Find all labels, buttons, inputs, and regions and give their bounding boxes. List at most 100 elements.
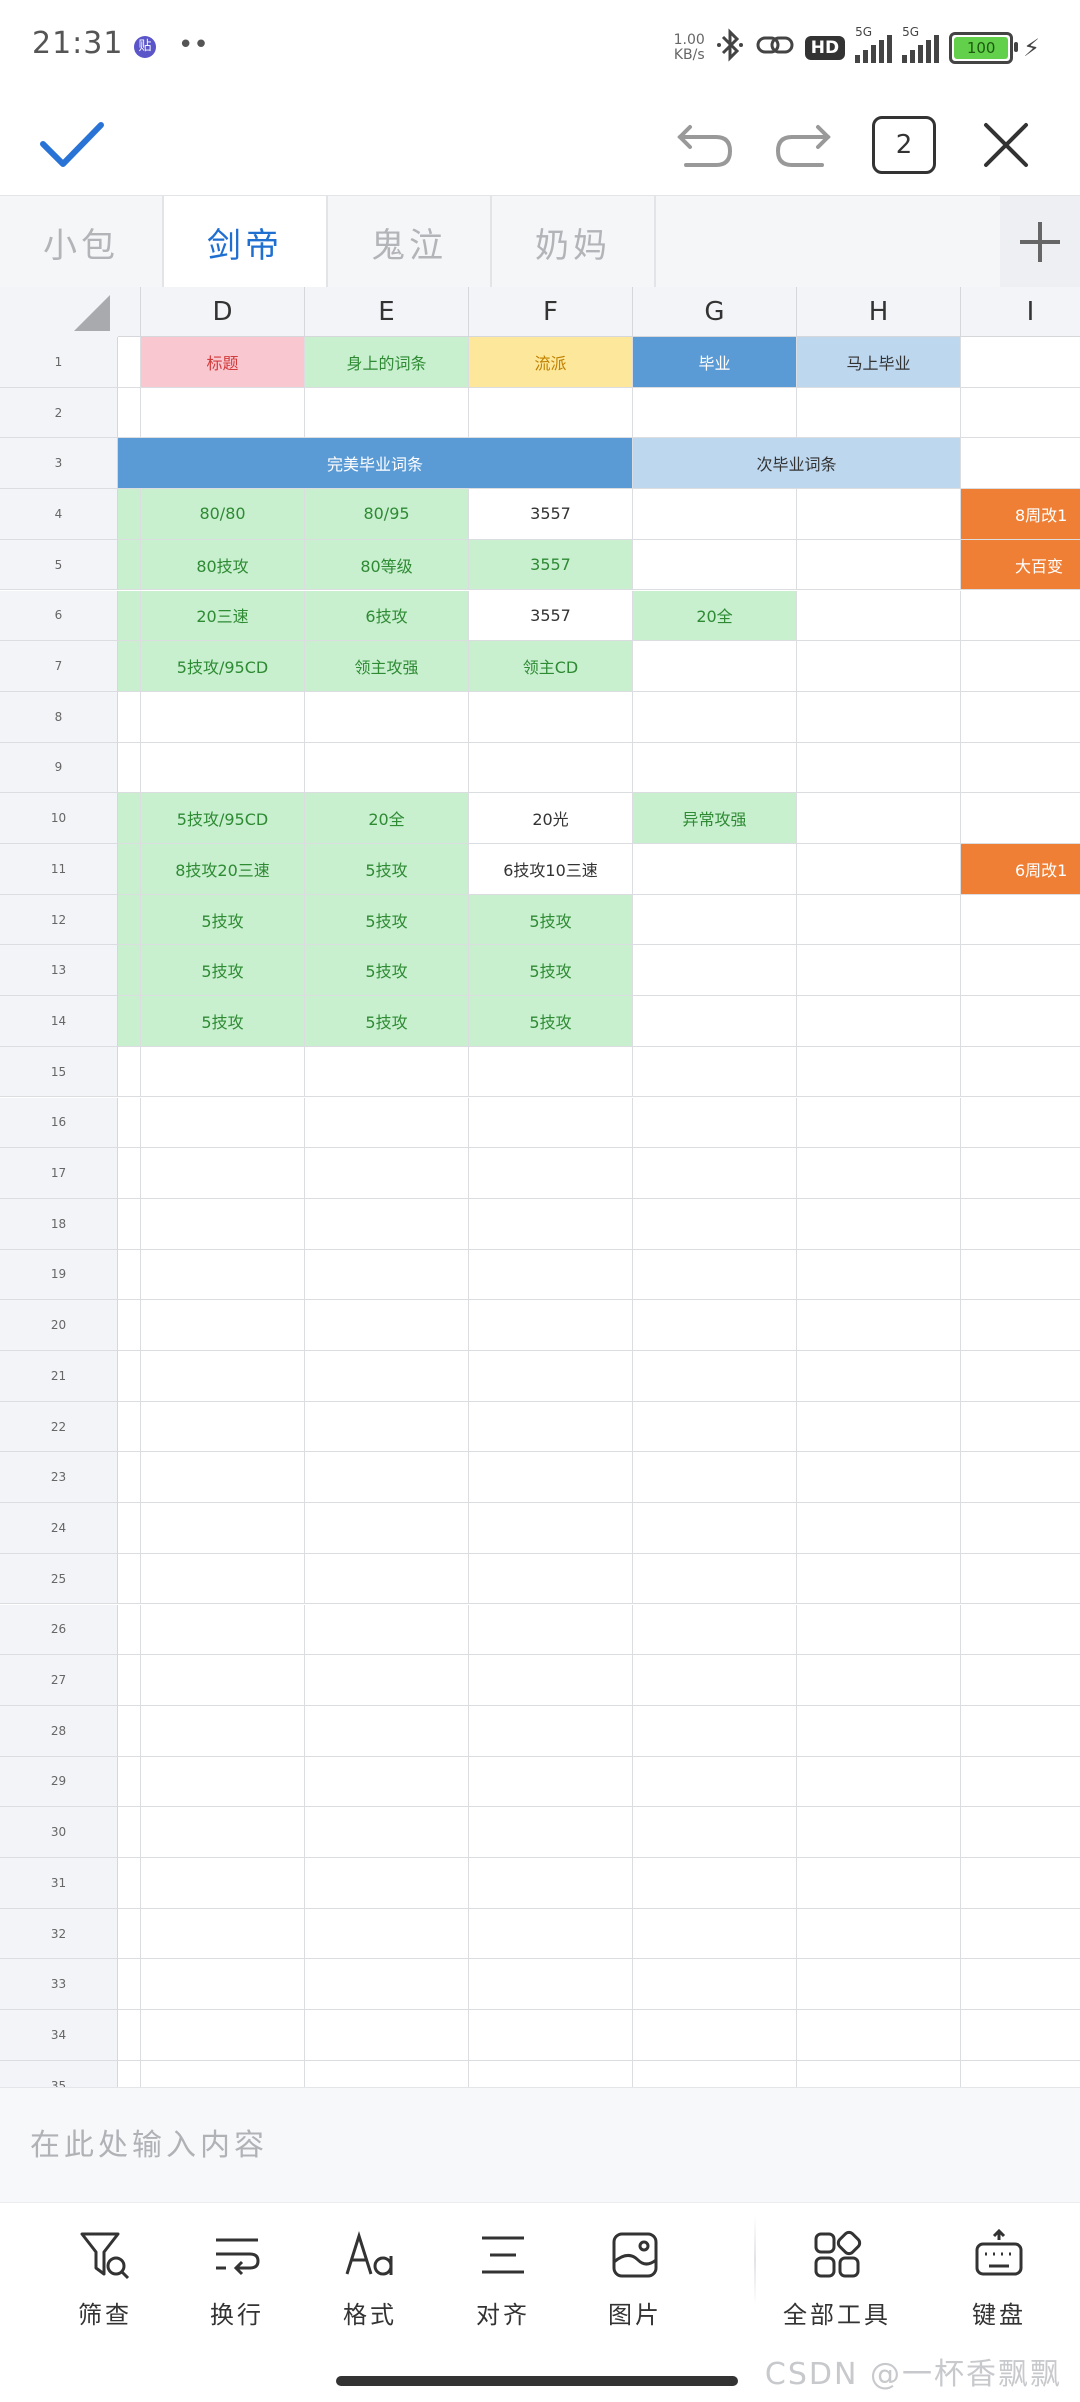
cell-e9[interactable] <box>305 742 469 794</box>
cell-f11[interactable]: 6技攻10三速 <box>469 844 633 895</box>
row-header-12[interactable]: 12 <box>0 894 118 946</box>
cell-g15[interactable] <box>633 1046 797 1098</box>
cell-g26[interactable] <box>633 1604 797 1656</box>
format-tool[interactable]: 格式 <box>315 2225 425 2345</box>
row-header-6[interactable]: 6 <box>0 590 118 642</box>
cell-c35[interactable] <box>118 2060 141 2087</box>
cell-c12[interactable] <box>118 894 141 946</box>
cell-e7[interactable]: 领主攻强 <box>305 641 469 692</box>
cell-c8[interactable] <box>118 691 141 743</box>
cell-g35[interactable] <box>633 2060 797 2087</box>
cell-d3-merged[interactable]: 完美毕业词条 <box>118 438 633 490</box>
cell-f4[interactable]: 3557 <box>469 489 633 540</box>
row-header-2[interactable]: 2 <box>0 387 118 439</box>
column-header-i[interactable]: I <box>961 287 1080 337</box>
cell-d34[interactable] <box>141 2010 305 2061</box>
cell-e23[interactable] <box>305 1452 469 1504</box>
cell-f27[interactable] <box>469 1655 633 1706</box>
tab-xiaobao[interactable]: 小包 <box>0 196 164 288</box>
cell-f23[interactable] <box>469 1452 633 1504</box>
cell-g13[interactable] <box>633 945 797 997</box>
image-tool[interactable]: 图片 <box>580 2225 690 2345</box>
cell-d7[interactable]: 5技攻/95CD <box>141 641 305 692</box>
cell-e2[interactable] <box>305 387 469 439</box>
row-header-30[interactable]: 30 <box>0 1807 118 1858</box>
row-header-33[interactable]: 33 <box>0 1959 118 2011</box>
cell-c26[interactable] <box>118 1604 141 1656</box>
cell-f31[interactable] <box>469 1858 633 1909</box>
cell-e14[interactable]: 5技攻 <box>305 996 469 1047</box>
cell-g17[interactable] <box>633 1148 797 1199</box>
cell-i15[interactable] <box>961 1046 1080 1098</box>
cell-h25[interactable] <box>797 1553 961 1605</box>
cell-h18[interactable] <box>797 1198 961 1250</box>
cell-h24[interactable] <box>797 1503 961 1554</box>
cell-i28[interactable] <box>961 1705 1080 1757</box>
cell-i17[interactable] <box>961 1148 1080 1199</box>
cell-i31[interactable] <box>961 1858 1080 1909</box>
row-header-8[interactable]: 8 <box>0 691 118 743</box>
cell-h12[interactable] <box>797 894 961 946</box>
cell-i20[interactable] <box>961 1300 1080 1351</box>
cell-f8[interactable] <box>469 691 633 743</box>
cell-e4[interactable]: 80/95 <box>305 489 469 540</box>
cell-g19[interactable] <box>633 1249 797 1301</box>
cell-e28[interactable] <box>305 1705 469 1757</box>
tab-jiandi[interactable]: 剑帝 <box>164 196 328 288</box>
row-header-7[interactable]: 7 <box>0 641 118 692</box>
cell-c29[interactable] <box>118 1756 141 1808</box>
cell-f16[interactable] <box>469 1097 633 1149</box>
cell-e6[interactable]: 6技攻 <box>305 590 469 642</box>
cell-c10[interactable] <box>118 793 141 844</box>
cell-c1[interactable] <box>118 337 141 388</box>
cell-c2[interactable] <box>118 387 141 439</box>
cell-g25[interactable] <box>633 1553 797 1605</box>
cell-e22[interactable] <box>305 1401 469 1453</box>
column-header-g[interactable]: G <box>633 287 797 337</box>
cell-c34[interactable] <box>118 2010 141 2061</box>
cell-h5[interactable] <box>797 539 961 591</box>
cell-f26[interactable] <box>469 1604 633 1656</box>
cell-e15[interactable] <box>305 1046 469 1098</box>
tab-guiqi[interactable]: 鬼泣 <box>328 196 492 288</box>
cell-h28[interactable] <box>797 1705 961 1757</box>
cell-g27[interactable] <box>633 1655 797 1706</box>
cell-d6[interactable]: 20三速 <box>141 590 305 642</box>
cell-c5[interactable] <box>118 539 141 591</box>
cell-f15[interactable] <box>469 1046 633 1098</box>
cell-e1[interactable]: 身上的词条 <box>305 337 469 388</box>
cell-d12[interactable]: 5技攻 <box>141 894 305 946</box>
tab-nainai[interactable]: 奶妈 <box>492 196 656 288</box>
cell-h30[interactable] <box>797 1807 961 1858</box>
cell-g30[interactable] <box>633 1807 797 1858</box>
cell-h29[interactable] <box>797 1756 961 1808</box>
cell-f18[interactable] <box>469 1198 633 1250</box>
cell-e30[interactable] <box>305 1807 469 1858</box>
cell-i2[interactable] <box>961 387 1080 439</box>
cell-g9[interactable] <box>633 742 797 794</box>
cell-g18[interactable] <box>633 1198 797 1250</box>
row-header-3[interactable]: 3 <box>0 438 118 490</box>
cell-h8[interactable] <box>797 691 961 743</box>
row-header-25[interactable]: 25 <box>0 1553 118 1605</box>
row-header-18[interactable]: 18 <box>0 1198 118 1250</box>
cell-i21[interactable] <box>961 1351 1080 1402</box>
cell-g24[interactable] <box>633 1503 797 1554</box>
row-header-35[interactable]: 35 <box>0 2060 118 2087</box>
cell-i9[interactable] <box>961 742 1080 794</box>
wrap-tool[interactable]: 换行 <box>182 2225 292 2345</box>
cell-g14[interactable] <box>633 996 797 1047</box>
cell-i6[interactable] <box>961 590 1080 642</box>
cell-d4[interactable]: 80/80 <box>141 489 305 540</box>
cell-f20[interactable] <box>469 1300 633 1351</box>
cell-h6[interactable] <box>797 590 961 642</box>
cell-f29[interactable] <box>469 1756 633 1808</box>
cell-g1[interactable]: 毕业 <box>633 337 797 388</box>
row-header-11[interactable]: 11 <box>0 844 118 895</box>
row-header-1[interactable]: 1 <box>0 337 118 388</box>
cell-g12[interactable] <box>633 894 797 946</box>
cell-g7[interactable] <box>633 641 797 692</box>
cell-c33[interactable] <box>118 1959 141 2011</box>
keyboard-button[interactable]: 键盘 <box>944 2225 1054 2345</box>
cell-h23[interactable] <box>797 1452 961 1504</box>
